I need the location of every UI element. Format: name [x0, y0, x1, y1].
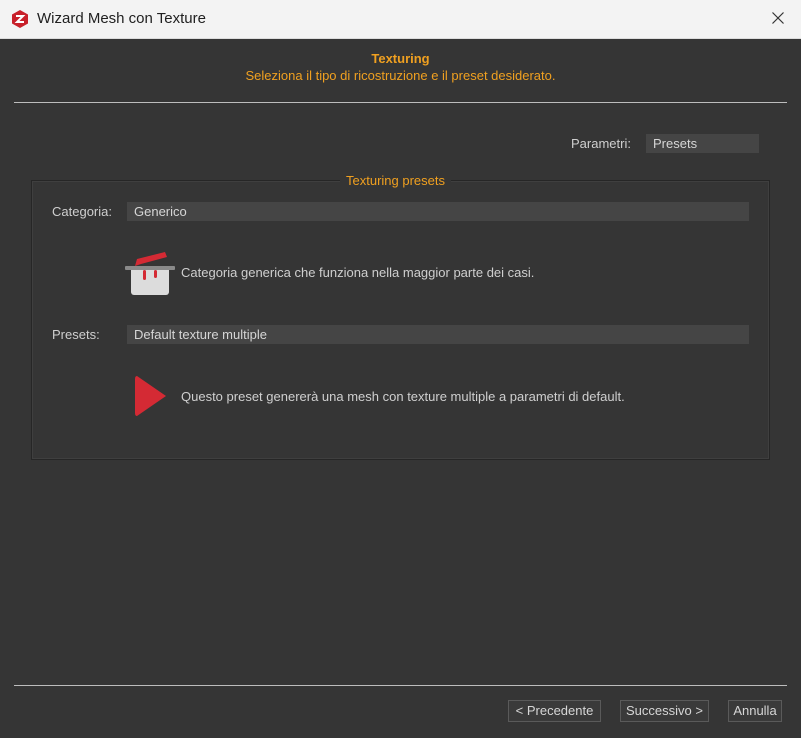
close-button[interactable] — [755, 0, 801, 38]
page-subtitle: Seleziona il tipo di ricostruzione e il … — [245, 68, 556, 83]
play-triangle-icon — [134, 375, 168, 420]
page-title: Texturing — [371, 51, 430, 66]
close-icon — [772, 11, 784, 27]
category-select[interactable]: Generico — [127, 202, 749, 221]
parameters-select[interactable]: Presets — [646, 134, 759, 153]
title-bar: Wizard Mesh con Texture — [0, 0, 801, 39]
back-button[interactable]: < Precedente — [508, 700, 601, 722]
header-divider — [14, 102, 787, 103]
category-label: Categoria: — [52, 204, 112, 219]
app-logo-icon — [10, 9, 30, 29]
footer-divider — [14, 685, 787, 686]
preset-description: Questo preset genererà una mesh con text… — [181, 389, 625, 404]
category-description: Categoria generica che funziona nella ma… — [181, 265, 535, 280]
presets-select[interactable]: Default texture multiple — [127, 325, 749, 344]
group-title: Texturing presets — [340, 173, 451, 188]
next-button[interactable]: Successivo > — [620, 700, 709, 722]
window-title: Wizard Mesh con Texture — [37, 10, 206, 27]
presets-label: Presets: — [52, 327, 100, 342]
cancel-button[interactable]: Annulla — [728, 700, 782, 722]
parameters-label: Parametri: — [571, 136, 631, 151]
pot-icon — [125, 250, 175, 301]
